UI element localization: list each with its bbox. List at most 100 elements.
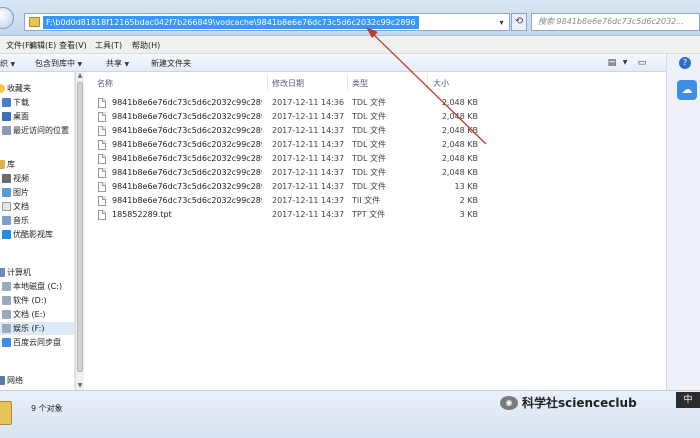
nav-favorites[interactable]: 收藏夹 [0, 82, 74, 95]
music-icon [2, 216, 11, 225]
nav-drive-c[interactable]: 本地磁盘 (C:) [0, 280, 74, 293]
nav-videos[interactable]: 视频 [0, 172, 74, 185]
new-folder-button[interactable]: 新建文件夹 [151, 58, 191, 69]
address-path[interactable]: F:\b0d0d81818f12165bdac042f7b266849\vodc… [43, 16, 419, 29]
address-dropdown-icon[interactable]: ▾ [496, 17, 507, 28]
nav-baidu-sync[interactable]: 百度云同步盘 [0, 336, 74, 349]
file-icon [98, 140, 106, 150]
menu-tools[interactable]: 工具(T) [95, 40, 122, 51]
table-row[interactable]: 9841b8e6e76dc73c5d6c2032c99c289... 2017-… [98, 194, 488, 208]
caret-down-icon: ▼ [77, 61, 83, 68]
network-icon [0, 376, 5, 385]
file-type: TDL 文件 [352, 168, 387, 177]
file-size: 2,048 KB [441, 168, 478, 177]
column-divider[interactable] [347, 74, 348, 90]
computer-icon [0, 268, 5, 277]
nav-network[interactable]: 网络 [0, 374, 74, 387]
file-list: 名称 修改日期 类型 大小 9841b8e6e76dc73c5d6c2032c9… [84, 72, 666, 390]
caret-down-icon: ▼ [10, 61, 16, 68]
nav-drive-e[interactable]: 文档 (E:) [0, 308, 74, 321]
file-date: 2017-12-11 14:37 [272, 112, 345, 121]
navigation-pane: 收藏夹 下载 桌面 最近访问的位置 库 视频 图片 文档 音乐 优酷影视库 计算… [0, 72, 75, 390]
table-row[interactable]: 9841b8e6e76dc73c5d6c2032c99c289... 2017-… [98, 110, 488, 124]
file-name: 9841b8e6e76dc73c5d6c2032c99c289... [112, 112, 262, 121]
drive-icon [2, 324, 11, 333]
ime-language-badge[interactable]: 中 [676, 392, 700, 408]
file-size: 2,048 KB [441, 112, 478, 121]
file-icon [98, 98, 106, 108]
nav-downloads[interactable]: 下载 [0, 96, 74, 109]
folder-icon [0, 401, 12, 425]
navigation-scrollbar[interactable]: ▲ ▼ [75, 72, 84, 390]
nav-label: 本地磁盘 (C:) [13, 282, 63, 291]
scroll-up-icon[interactable]: ▲ [76, 72, 84, 80]
share-button[interactable]: 共享 ▼ [106, 58, 129, 69]
file-date: 2017-12-11 14:37 [272, 182, 345, 191]
scrollbar-thumb[interactable] [77, 82, 83, 372]
scroll-down-icon[interactable]: ▼ [76, 382, 84, 390]
nav-libraries[interactable]: 库 [0, 158, 74, 171]
file-date: 2017-12-11 14:36 [272, 98, 345, 107]
column-header-size[interactable]: 大小 [433, 78, 449, 89]
nav-computer[interactable]: 计算机 [0, 266, 74, 279]
preview-pane-icon[interactable]: ▭ [636, 57, 648, 69]
side-panel: ? ☁ [666, 54, 700, 390]
column-header-date[interactable]: 修改日期 [272, 78, 304, 89]
file-icon [98, 168, 106, 178]
view-options-icon[interactable]: ▤ [606, 57, 618, 69]
file-name: 9841b8e6e76dc73c5d6c2032c99c289... [112, 126, 262, 135]
file-icon [98, 112, 106, 122]
column-header-type[interactable]: 类型 [352, 78, 368, 89]
file-type: TPT 文件 [352, 210, 386, 219]
download-icon [2, 98, 11, 107]
nav-label: 桌面 [13, 112, 29, 121]
help-icon[interactable]: ? [679, 57, 691, 69]
file-type: TDL 文件 [352, 98, 387, 107]
table-row[interactable]: 9841b8e6e76dc73c5d6c2032c99c289... 2017-… [98, 124, 488, 138]
file-icon [98, 154, 106, 164]
nav-youku[interactable]: 优酷影视库 [0, 228, 74, 241]
picture-icon [2, 188, 11, 197]
file-icon [98, 196, 106, 206]
search-input[interactable]: 搜索 9841b8e6e76dc73c5d6c2032... [531, 13, 700, 31]
file-date: 2017-12-11 14:37 [272, 168, 345, 177]
nav-recent[interactable]: 最近访问的位置 [0, 124, 74, 137]
nav-label: 最近访问的位置 [13, 126, 69, 135]
nav-pictures[interactable]: 图片 [0, 186, 74, 199]
column-divider[interactable] [267, 74, 268, 90]
table-row[interactable]: 185852289.tpt 2017-12-11 14:37 TPT 文件 3 … [98, 208, 488, 222]
refresh-button[interactable]: ⟲ [511, 13, 527, 31]
menu-help[interactable]: 帮助(H) [132, 40, 160, 51]
cloud-icon[interactable]: ☁ [677, 80, 697, 100]
nav-label: 优酷影视库 [13, 230, 53, 239]
nav-music[interactable]: 音乐 [0, 214, 74, 227]
table-row[interactable]: 9841b8e6e76dc73c5d6c2032c99c289... 2017-… [98, 96, 488, 110]
nav-desktop[interactable]: 桌面 [0, 110, 74, 123]
address-bar[interactable]: F:\b0d0d81818f12165bdac042f7b266849\vodc… [24, 13, 510, 31]
nav-drive-f[interactable]: 娱乐 (F:) [0, 322, 74, 335]
nav-label: 文档 (E:) [13, 310, 46, 319]
wechat-icon: ◉ [500, 396, 518, 410]
file-icon [98, 182, 106, 192]
organize-button[interactable]: 组织 ▼ [0, 58, 15, 69]
include-library-button[interactable]: 包含到库中 ▼ [35, 58, 82, 69]
table-row[interactable]: 9841b8e6e76dc73c5d6c2032c99c289... 2017-… [98, 166, 488, 180]
nav-documents[interactable]: 文档 [0, 200, 74, 213]
nav-drive-d[interactable]: 软件 (D:) [0, 294, 74, 307]
video-icon [2, 174, 11, 183]
table-row[interactable]: 9841b8e6e76dc73c5d6c2032c99c289... 2017-… [98, 138, 488, 152]
file-name: 9841b8e6e76dc73c5d6c2032c99c289... [112, 154, 262, 163]
nav-label: 视频 [13, 174, 29, 183]
column-divider[interactable] [427, 74, 428, 90]
table-row[interactable]: 9841b8e6e76dc73c5d6c2032c99c289... 2017-… [98, 180, 488, 194]
column-header-name[interactable]: 名称 [97, 78, 113, 89]
table-row[interactable]: 9841b8e6e76dc73c5d6c2032c99c289... 2017-… [98, 152, 488, 166]
menu-view[interactable]: 查看(V) [59, 40, 87, 51]
view-dropdown-icon[interactable]: ▼ [619, 57, 631, 69]
file-date: 2017-12-11 14:37 [272, 210, 345, 219]
back-button[interactable] [0, 7, 14, 29]
file-type: TDL 文件 [352, 126, 387, 135]
folder-icon [29, 17, 40, 27]
menu-edit[interactable]: 编辑(E) [29, 40, 56, 51]
item-count: 9 个对象 [31, 404, 63, 413]
